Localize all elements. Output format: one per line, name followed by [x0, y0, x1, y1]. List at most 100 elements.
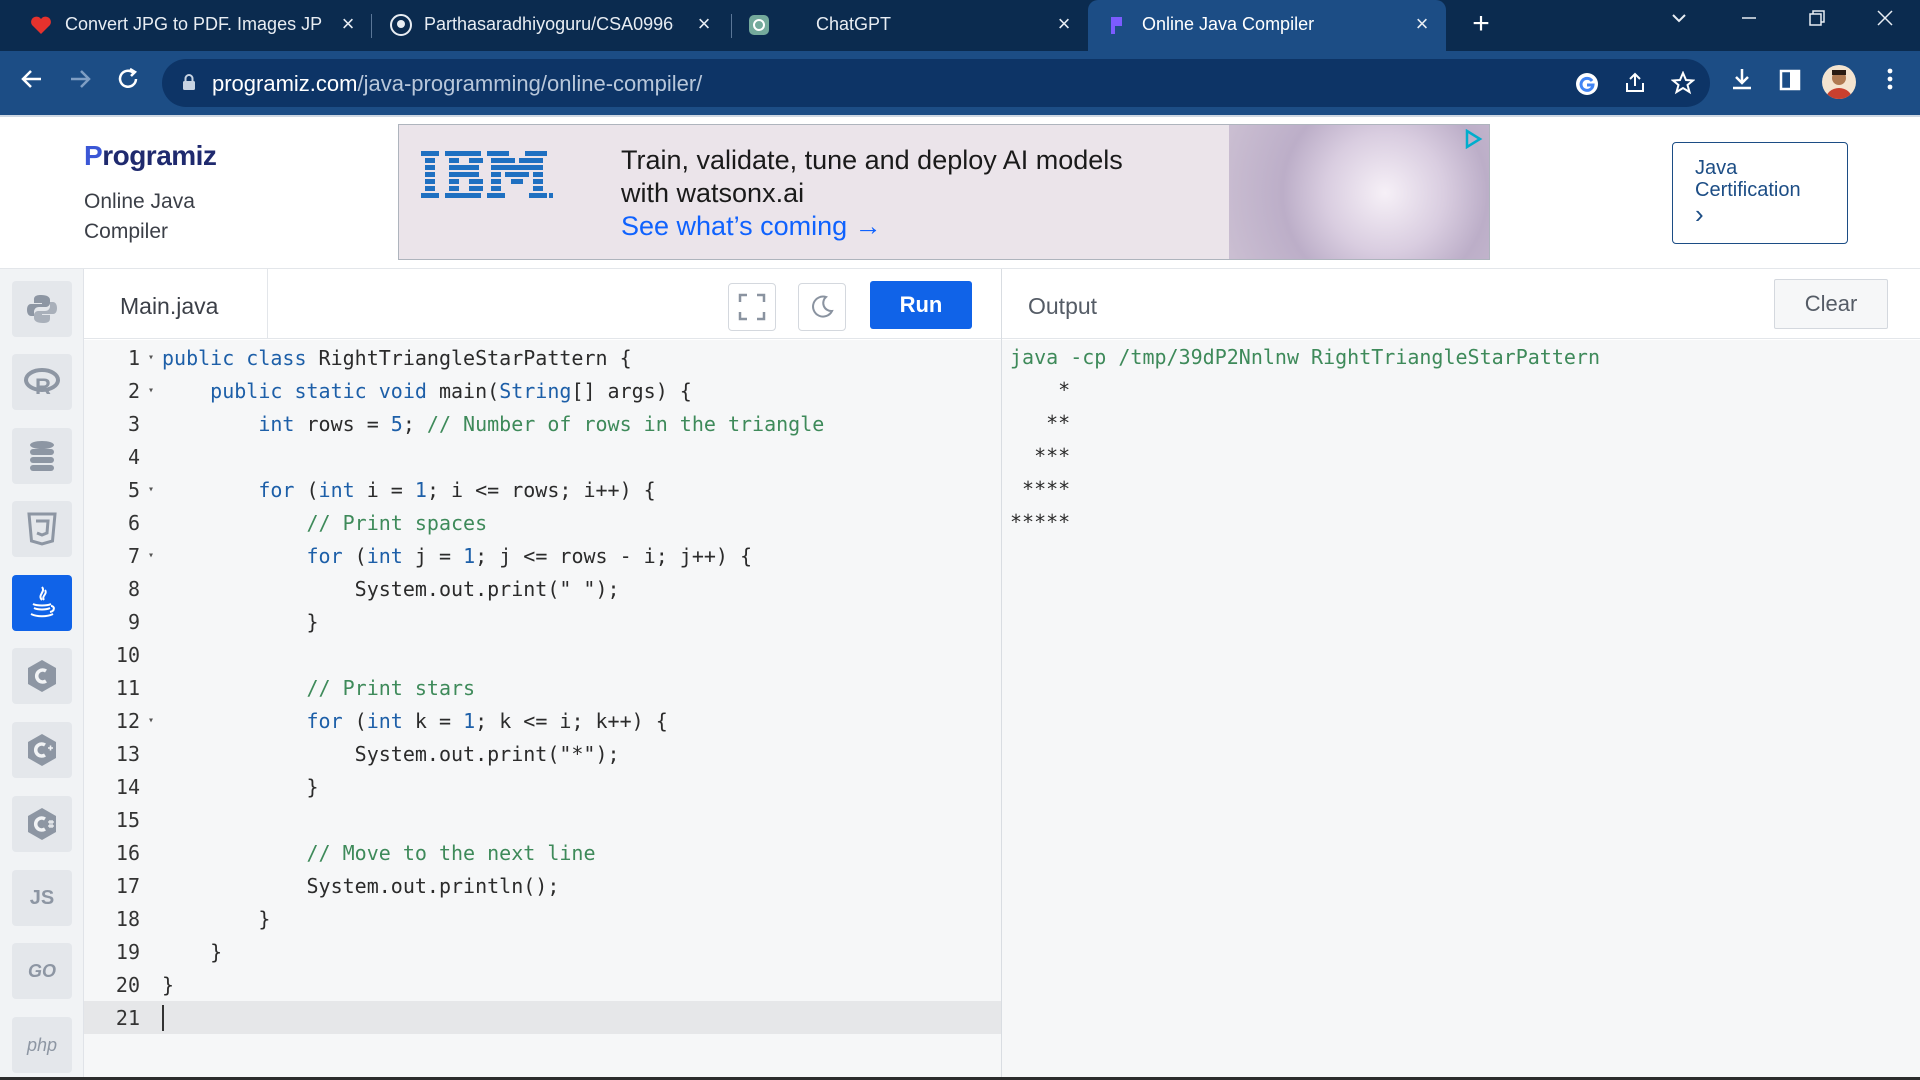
- browser-tab-chatgpt[interactable]: ChatGPT ×: [732, 0, 1088, 51]
- run-button[interactable]: Run: [870, 281, 972, 329]
- share-icon[interactable]: [1622, 71, 1648, 97]
- close-window-icon[interactable]: [1870, 8, 1900, 38]
- close-tab-icon[interactable]: ×: [1052, 12, 1076, 36]
- browser-tab-online-java-compiler[interactable]: Online Java Compiler ×: [1088, 0, 1446, 51]
- code-line[interactable]: 9 }: [84, 605, 1002, 638]
- code-text: System.out.println();: [162, 873, 560, 898]
- page-subtitle: Online Java Compiler: [84, 190, 195, 243]
- code-line[interactable]: 8 System.out.print(" ");: [84, 572, 1002, 605]
- fold-arrow-icon[interactable]: ▾: [140, 484, 162, 495]
- fold-arrow-icon[interactable]: ▾: [140, 385, 162, 396]
- new-tab-button[interactable]: +: [1466, 9, 1496, 40]
- python-icon: [27, 295, 57, 323]
- code-text: public static void main(String[] args) {: [210, 378, 692, 403]
- code-line[interactable]: 16 // Move to the next line: [84, 836, 1002, 869]
- profile-avatar[interactable]: [1822, 65, 1856, 99]
- html-language-button[interactable]: [12, 501, 72, 557]
- close-tab-icon[interactable]: ×: [336, 12, 360, 36]
- code-text: System.out.print(" ");: [162, 576, 620, 601]
- logo-text: rogramiz: [102, 140, 217, 171]
- browser-tab-strip: Convert JPG to PDF. Images JPG × Parthas…: [0, 0, 1920, 51]
- code-line[interactable]: 21: [84, 1001, 1002, 1034]
- code-line[interactable]: 15: [84, 803, 1002, 836]
- clear-button[interactable]: Clear: [1774, 279, 1888, 329]
- cpp-language-icon: [28, 734, 56, 766]
- r-language-button[interactable]: R: [12, 354, 72, 410]
- code-line[interactable]: 14 }: [84, 770, 1002, 803]
- side-panel-icon[interactable]: [1772, 65, 1808, 101]
- javascript-language-button[interactable]: JS: [12, 870, 72, 926]
- code-text: }: [162, 972, 175, 997]
- address-bar[interactable]: programiz.com/java-programming/online-co…: [162, 59, 1710, 107]
- code-line[interactable]: 17 System.out.println();: [84, 869, 1002, 902]
- line-number: 13: [115, 741, 140, 766]
- csharp-language-button[interactable]: [12, 796, 72, 852]
- code-line[interactable]: 2 ▾ public static void main(String[] args…: [84, 374, 1002, 407]
- code-text: }: [162, 906, 271, 931]
- ad-headline-line2: with watsonx.ai: [621, 178, 805, 208]
- close-tab-icon[interactable]: ×: [1410, 12, 1434, 36]
- browser-tab-ilovepdf[interactable]: Convert JPG to PDF. Images JPG ×: [0, 0, 370, 51]
- fold-arrow-icon[interactable]: ▾: [140, 352, 162, 363]
- php-language-button[interactable]: php: [12, 1017, 72, 1073]
- code-line[interactable]: 13 System.out.print("*");: [84, 737, 1002, 770]
- close-tab-icon[interactable]: ×: [692, 12, 716, 36]
- fold-arrow-icon[interactable]: ▾: [140, 550, 162, 561]
- code-editor[interactable]: 1 ▾ public class RightTriangleStarPattern …: [84, 340, 1002, 1080]
- minimize-window-icon[interactable]: [1734, 8, 1764, 38]
- r-language-icon: R: [24, 368, 60, 397]
- editor-header: Main.java Run: [84, 269, 1002, 339]
- code-line[interactable]: 6 // Print spaces: [84, 506, 1002, 539]
- fullscreen-button[interactable]: [728, 283, 776, 331]
- c-language-button[interactable]: [12, 648, 72, 704]
- ibm-logo: [421, 151, 553, 198]
- forward-arrow-icon[interactable]: [62, 65, 98, 101]
- back-arrow-icon[interactable]: [14, 65, 50, 101]
- browser-menu-icon[interactable]: [1872, 65, 1908, 101]
- go-icon: GO: [27, 960, 56, 981]
- download-icon[interactable]: [1724, 65, 1760, 101]
- programiz-logo[interactable]: Programiz: [84, 140, 217, 172]
- code-text: int rows = 5; // Number of rows in the t…: [258, 411, 825, 436]
- java-icon: [30, 586, 55, 618]
- code-line[interactable]: 4: [84, 440, 1002, 473]
- reload-icon[interactable]: [110, 65, 146, 101]
- chatgpt-icon: [748, 14, 770, 36]
- java-language-button[interactable]: [12, 575, 72, 631]
- python-language-button[interactable]: [12, 281, 72, 337]
- code-text: [162, 1004, 164, 1031]
- line-number: 3: [127, 411, 140, 436]
- code-line[interactable]: 11 // Print stars: [84, 671, 1002, 704]
- restore-window-icon[interactable]: [1802, 8, 1832, 38]
- java-certification-button[interactable]: Java Certification ›: [1672, 142, 1848, 244]
- bookmark-star-icon[interactable]: [1670, 70, 1696, 97]
- ad-banner[interactable]: Train, validate, tune and deploy AI mode…: [398, 124, 1490, 260]
- code-line[interactable]: 5 ▾ for (int i = 1; i <= rows; i++) {: [84, 473, 1002, 506]
- line-number: 5: [127, 477, 140, 502]
- code-line[interactable]: 12 ▾ for (int k = 1; k <= i; k++) {: [84, 704, 1002, 737]
- file-tab-main-java[interactable]: Main.java: [84, 269, 268, 339]
- code-text: }: [162, 939, 223, 964]
- adchoices-icon[interactable]: [1463, 129, 1483, 149]
- go-language-button[interactable]: GO: [12, 943, 72, 999]
- sql-language-button[interactable]: [12, 428, 72, 484]
- google-lens-icon[interactable]: [1574, 71, 1600, 97]
- cpp-language-button[interactable]: [12, 722, 72, 778]
- ad-cta-link[interactable]: See what’s coming →: [621, 211, 882, 242]
- page-top-border: [0, 115, 1920, 117]
- tab-search-chevron-icon[interactable]: [1664, 8, 1694, 38]
- code-line[interactable]: 20}: [84, 968, 1002, 1001]
- code-line[interactable]: 1 ▾ public class RightTriangleStarPattern …: [84, 341, 1002, 374]
- code-text: for (int j = 1; j <= rows - i; j++) {: [306, 543, 753, 568]
- code-line[interactable]: 18 }: [84, 902, 1002, 935]
- code-line[interactable]: 3 int rows = 5; // Number of rows in the…: [84, 407, 1002, 440]
- line-number: 2: [127, 378, 140, 403]
- code-line[interactable]: 10: [84, 638, 1002, 671]
- dark-mode-toggle[interactable]: [798, 283, 846, 331]
- code-line[interactable]: 7 ▾ for (int j = 1; j <= rows - i; j++) {: [84, 539, 1002, 572]
- output-console[interactable]: java -cp /tmp/39dP2Nnlnw RightTriangleSt…: [1002, 340, 1920, 1080]
- javascript-icon: JS: [29, 886, 55, 909]
- browser-tab-github[interactable]: Parthasaradhiyoguru/CSA0996-- ×: [372, 0, 730, 51]
- code-line[interactable]: 19 }: [84, 935, 1002, 968]
- fold-arrow-icon[interactable]: ▾: [140, 715, 162, 726]
